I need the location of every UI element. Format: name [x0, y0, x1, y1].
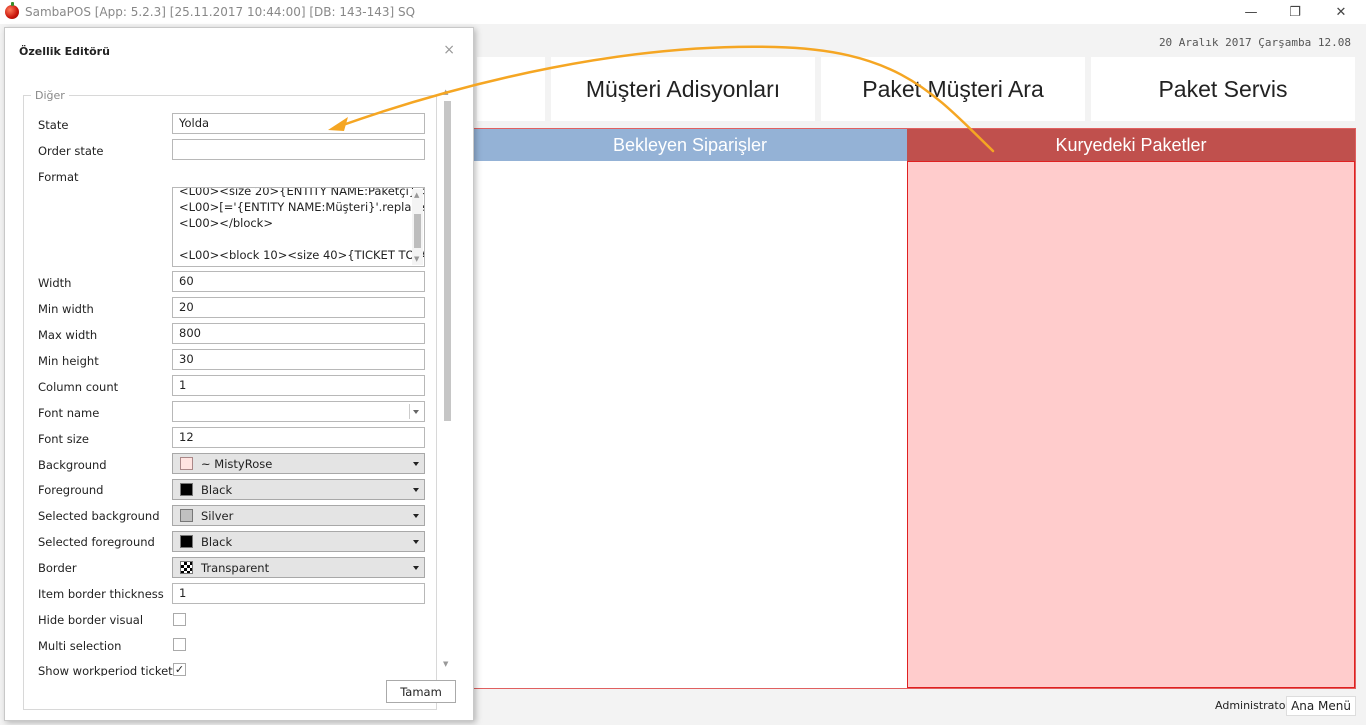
background-combo[interactable]: ~ MistyRose [172, 453, 425, 474]
selected-background-combo[interactable]: Silver [172, 505, 425, 526]
dialog-scrollbar[interactable]: ▲ ▼ [440, 84, 454, 674]
format-line [179, 231, 409, 247]
dialog-close-icon[interactable]: × [443, 42, 455, 58]
width-label: Width [38, 276, 72, 290]
min-width-label: Min width [38, 302, 94, 316]
format-line: <L00><size 20>{ENTITY NAME:Paketçi}</siz… [179, 187, 424, 198]
clipped-row: Show workperiod tickets ✓ [5, 656, 437, 676]
main-menu-button[interactable]: Ana Menü [1286, 696, 1356, 716]
state-field[interactable]: Yolda [172, 113, 425, 134]
selected-background-value: Silver [201, 508, 234, 523]
dialog-title: Özellik Editörü [19, 45, 110, 58]
item-border-thickness-label: Item border thickness [38, 587, 164, 601]
courier-packages-header: Kuryedeki Paketler [907, 129, 1355, 161]
font-name-label: Font name [38, 406, 100, 420]
logged-in-user: Administrator [1215, 699, 1290, 712]
border-value: Transparent [201, 560, 270, 575]
chevron-down-icon[interactable] [413, 514, 419, 518]
misty-rose-swatch-icon [180, 457, 193, 470]
min-width-field[interactable]: 20 [172, 297, 425, 318]
min-height-label: Min height [38, 354, 99, 368]
scroll-down-arrow-icon[interactable]: ▼ [414, 255, 419, 263]
app-logo-icon [5, 2, 19, 19]
chevron-down-icon[interactable] [413, 540, 419, 544]
restore-button[interactable]: ❐ [1272, 0, 1318, 24]
column-count-label: Column count [38, 380, 119, 394]
hide-border-visual-label: Hide border visual [38, 613, 144, 627]
multi-selection-checkbox[interactable] [173, 638, 186, 651]
ok-button[interactable]: Tamam [386, 680, 456, 703]
state-label: State [38, 118, 69, 132]
order-state-field[interactable] [172, 139, 425, 160]
window-title: SambaPOS [App: 5.2.3] [25.11.2017 10:44:… [25, 5, 416, 19]
background-label: Background [38, 458, 107, 472]
background-value: ~ MistyRose [201, 456, 273, 471]
black-swatch-icon [180, 483, 193, 496]
delivery-service-button[interactable]: Paket Servis [1091, 57, 1355, 121]
scroll-up-arrow-icon[interactable]: ▲ [443, 88, 448, 96]
minimize-button[interactable]: — [1228, 0, 1274, 24]
format-text: <L00><size 20>{ENTITY NAME:Paketçi}</siz… [179, 187, 424, 263]
customer-tickets-button[interactable]: Müşteri Adisyonları [551, 57, 815, 121]
format-textarea[interactable]: <L00><size 20>{ENTITY NAME:Paketçi}</siz… [172, 187, 425, 267]
width-field[interactable]: 60 [172, 271, 425, 292]
format-line: <L00>[='{ENTITY NAME:Müşteri}'.replace('… [179, 200, 424, 214]
show-workperiod-tickets-checkbox[interactable]: ✓ [173, 663, 186, 676]
order-state-label: Order state [38, 144, 104, 158]
pending-orders-header: Bekleyen Siparişler [473, 129, 907, 161]
black-swatch-icon [180, 535, 193, 548]
selected-foreground-value: Black [201, 534, 233, 549]
selected-foreground-label: Selected foreground [38, 535, 155, 549]
date-display: 20 Aralık 2017 Çarşamba 12.08 [1158, 36, 1351, 49]
show-workperiod-tickets-label: Show workperiod tickets [38, 664, 179, 676]
dialog-scroll-thumb[interactable] [444, 101, 451, 421]
group-title: Diğer [31, 89, 69, 102]
font-name-combo[interactable] [172, 401, 425, 422]
hide-border-visual-checkbox[interactable] [173, 613, 186, 626]
chevron-down-icon[interactable] [413, 488, 419, 492]
property-editor-dialog: Özellik Editörü × Diğer State Yolda Orde… [4, 27, 474, 721]
foreground-value: Black [201, 482, 233, 497]
scroll-up-arrow-icon[interactable]: ▲ [414, 191, 419, 199]
item-border-thickness-field[interactable]: 1 [172, 583, 425, 604]
border-label: Border [38, 561, 77, 575]
title-bar: SambaPOS [App: 5.2.3] [25.11.2017 10:44:… [0, 0, 1366, 24]
font-size-label: Font size [38, 432, 89, 446]
search-delivery-customer-button[interactable]: Paket Müşteri Ara [821, 57, 1085, 121]
max-width-field[interactable]: 800 [172, 323, 425, 344]
format-line: <L00><block 10><size 40>{TICKET TOTAL} ₺… [179, 248, 424, 262]
min-height-field[interactable]: 30 [172, 349, 425, 370]
format-line: <L00></block> [179, 216, 273, 230]
selected-foreground-combo[interactable]: Black [172, 531, 425, 552]
format-label: Format [38, 170, 79, 184]
selected-background-label: Selected background [38, 509, 160, 523]
chevron-down-icon[interactable] [413, 462, 419, 466]
combo-separator [409, 404, 410, 419]
chevron-down-icon[interactable] [413, 410, 419, 414]
border-combo[interactable]: Transparent [172, 557, 425, 578]
foreground-combo[interactable]: Black [172, 479, 425, 500]
multi-selection-label: Multi selection [38, 639, 122, 653]
close-window-button[interactable]: ✕ [1318, 0, 1364, 24]
silver-swatch-icon [180, 509, 193, 522]
format-scroll-thumb[interactable] [414, 214, 421, 248]
column-count-field[interactable]: 1 [172, 375, 425, 396]
chevron-down-icon[interactable] [413, 566, 419, 570]
max-width-label: Max width [38, 328, 98, 342]
font-size-field[interactable]: 12 [172, 427, 425, 448]
scroll-down-arrow-icon[interactable]: ▼ [443, 660, 448, 668]
courier-packages-list[interactable] [907, 161, 1355, 688]
transparent-checker-swatch-icon [180, 561, 193, 574]
foreground-label: Foreground [38, 483, 104, 497]
partial-button[interactable] [477, 57, 545, 121]
